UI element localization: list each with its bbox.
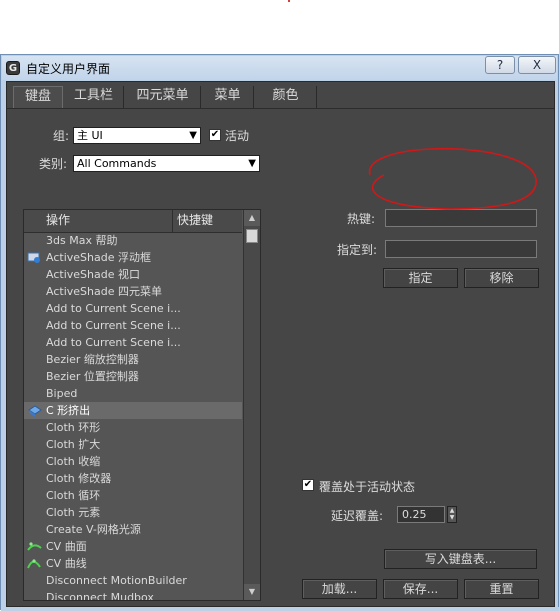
list-item[interactable]: Bezier 位置控制器 [24, 368, 242, 385]
list-item-label: Cloth 扩大 [46, 438, 101, 451]
delay-spinner[interactable]: ▲ ▼ [447, 506, 457, 523]
list-item[interactable]: Add to Current Scene i... [24, 334, 242, 351]
active-label: 活动 [225, 129, 250, 143]
list-item[interactable]: Cloth 循环 [24, 487, 242, 504]
list-item-label: Add to Current Scene i... [46, 302, 181, 315]
list-item-label: Create V-网格光源 [46, 523, 141, 536]
delay-override-input[interactable]: 0.25 [397, 506, 445, 523]
c-extrude-icon [27, 404, 42, 417]
close-button[interactable]: X [518, 56, 556, 74]
list-item-label: CV 曲线 [46, 557, 87, 570]
list-item[interactable]: Cloth 收缩 [24, 453, 242, 470]
category-label: 类别: [39, 157, 68, 171]
header-divider[interactable] [172, 210, 173, 232]
vertical-scrollbar[interactable]: ▲ ▼ [243, 210, 260, 600]
list-item-label: Cloth 修改器 [46, 472, 112, 485]
list-item[interactable]: C 形挤出 [24, 402, 242, 419]
list-item[interactable]: Cloth 修改器 [24, 470, 242, 487]
list-item-label: ActiveShade 视口 [46, 268, 140, 281]
remove-button[interactable]: 移除 [464, 268, 539, 288]
list-item[interactable]: Add to Current Scene i... [24, 317, 242, 334]
list-item-label: ActiveShade 四元菜单 [46, 285, 162, 298]
list-item-label: CV 曲面 [46, 540, 87, 553]
load-button[interactable]: 加载... [302, 579, 377, 599]
assign-button[interactable]: 指定 [383, 268, 458, 288]
write-keyboard-chart-button[interactable]: 写入键盘表... [384, 549, 537, 569]
list-item-label: Cloth 循环 [46, 489, 101, 502]
list-item[interactable]: Create V-网格光源 [24, 521, 242, 538]
action-list[interactable]: 操作 快捷键 3ds Max 帮助 ActiveShade 浮动框 ActiveSh… [23, 209, 261, 601]
window-title: 自定义用户界面 [26, 62, 111, 76]
tab-menus[interactable]: 菜单 [202, 86, 254, 108]
window-bottom-frame [1, 607, 559, 611]
list-item-label: ActiveShade 浮动框 [46, 251, 151, 264]
tab-quad-menus[interactable]: 四元菜单 [125, 86, 201, 108]
tab-keyboard[interactable]: 键盘 [13, 86, 63, 108]
column-header-shortcut[interactable]: 快捷键 [177, 210, 213, 232]
list-item[interactable]: ActiveShade 浮动框 [24, 249, 242, 266]
list-item[interactable]: ActiveShade 四元菜单 [24, 283, 242, 300]
tab-strip: 键盘 工具栏 四元菜单 菜单 颜色 [7, 86, 554, 109]
group-value: 主 UI [77, 129, 103, 142]
list-item-label: Add to Current Scene i... [46, 336, 181, 349]
app-logo-icon[interactable]: G [6, 61, 20, 75]
override-label: 覆盖处于活动状态 [319, 480, 416, 494]
list-item-label: Cloth 收缩 [46, 455, 101, 468]
list-item-label: Disconnect Mudbox [46, 591, 154, 601]
cv-curve-icon [27, 557, 42, 570]
cv-surface-icon [27, 540, 42, 553]
title-bar[interactable]: G 自定义用户界面 ? X [2, 56, 557, 80]
list-item[interactable]: CV 曲面 [24, 538, 242, 555]
chevron-down-icon: ▼ [248, 158, 256, 169]
list-item-label: Add to Current Scene i... [46, 319, 181, 332]
list-header: 操作 快捷键 [24, 210, 242, 233]
save-button[interactable]: 保存... [383, 579, 458, 599]
list-item[interactable]: Cloth 元素 [24, 504, 242, 521]
assigned-to-label: 指定到: [337, 243, 378, 257]
list-item-label: Disconnect MotionBuilder [46, 574, 187, 587]
scroll-down-icon[interactable]: ▼ [244, 584, 260, 600]
annotation-dot [288, 0, 290, 2]
list-item-label: Cloth 元素 [46, 506, 101, 519]
list-item[interactable]: CV 曲线 [24, 555, 242, 572]
scroll-up-icon[interactable]: ▲ [244, 210, 260, 226]
list-item[interactable]: Cloth 环形 [24, 419, 242, 436]
list-item[interactable]: Disconnect MotionBuilder [24, 572, 242, 589]
list-item[interactable]: Cloth 扩大 [24, 436, 242, 453]
assigned-to-field [385, 240, 537, 258]
column-header-action[interactable]: 操作 [46, 210, 70, 232]
scroll-thumb[interactable] [246, 229, 258, 243]
group-dropdown[interactable]: 主 UI ▼ [73, 127, 201, 144]
list-item-label: C 形挤出 [46, 404, 91, 417]
delay-override-label: 延迟覆盖: [331, 509, 384, 523]
list-item[interactable]: 3ds Max 帮助 [24, 232, 242, 249]
list-item[interactable]: Disconnect Mudbox [24, 589, 242, 601]
tab-toolbars[interactable]: 工具栏 [64, 86, 124, 108]
list-item-label: Bezier 位置控制器 [46, 370, 139, 383]
list-item[interactable]: Add to Current Scene i... [24, 300, 242, 317]
list-item-label: Cloth 环形 [46, 421, 101, 434]
chevron-down-icon: ▼ [189, 130, 197, 141]
active-checkbox[interactable]: ✔ [209, 129, 221, 141]
activeshade-icon [27, 251, 42, 264]
reset-button[interactable]: 重置 [464, 579, 539, 599]
list-item-label: Bezier 缩放控制器 [46, 353, 139, 366]
list-rows: 3ds Max 帮助 ActiveShade 浮动框 ActiveShade 视口 A… [24, 232, 242, 600]
list-item-label: 3ds Max 帮助 [46, 234, 118, 247]
help-button[interactable]: ? [485, 56, 515, 74]
red-annotation-circle [368, 147, 537, 210]
list-item[interactable]: Bezier 缩放控制器 [24, 351, 242, 368]
category-dropdown[interactable]: All Commands ▼ [73, 155, 260, 172]
override-checkbox[interactable]: ✔ [302, 479, 314, 491]
category-value: All Commands [77, 157, 157, 170]
group-label: 组: [53, 129, 70, 143]
list-item[interactable]: Biped [24, 385, 242, 402]
list-item[interactable]: ActiveShade 视口 [24, 266, 242, 283]
tab-colors[interactable]: 颜色 [255, 86, 317, 108]
list-item-label: Biped [46, 387, 78, 400]
